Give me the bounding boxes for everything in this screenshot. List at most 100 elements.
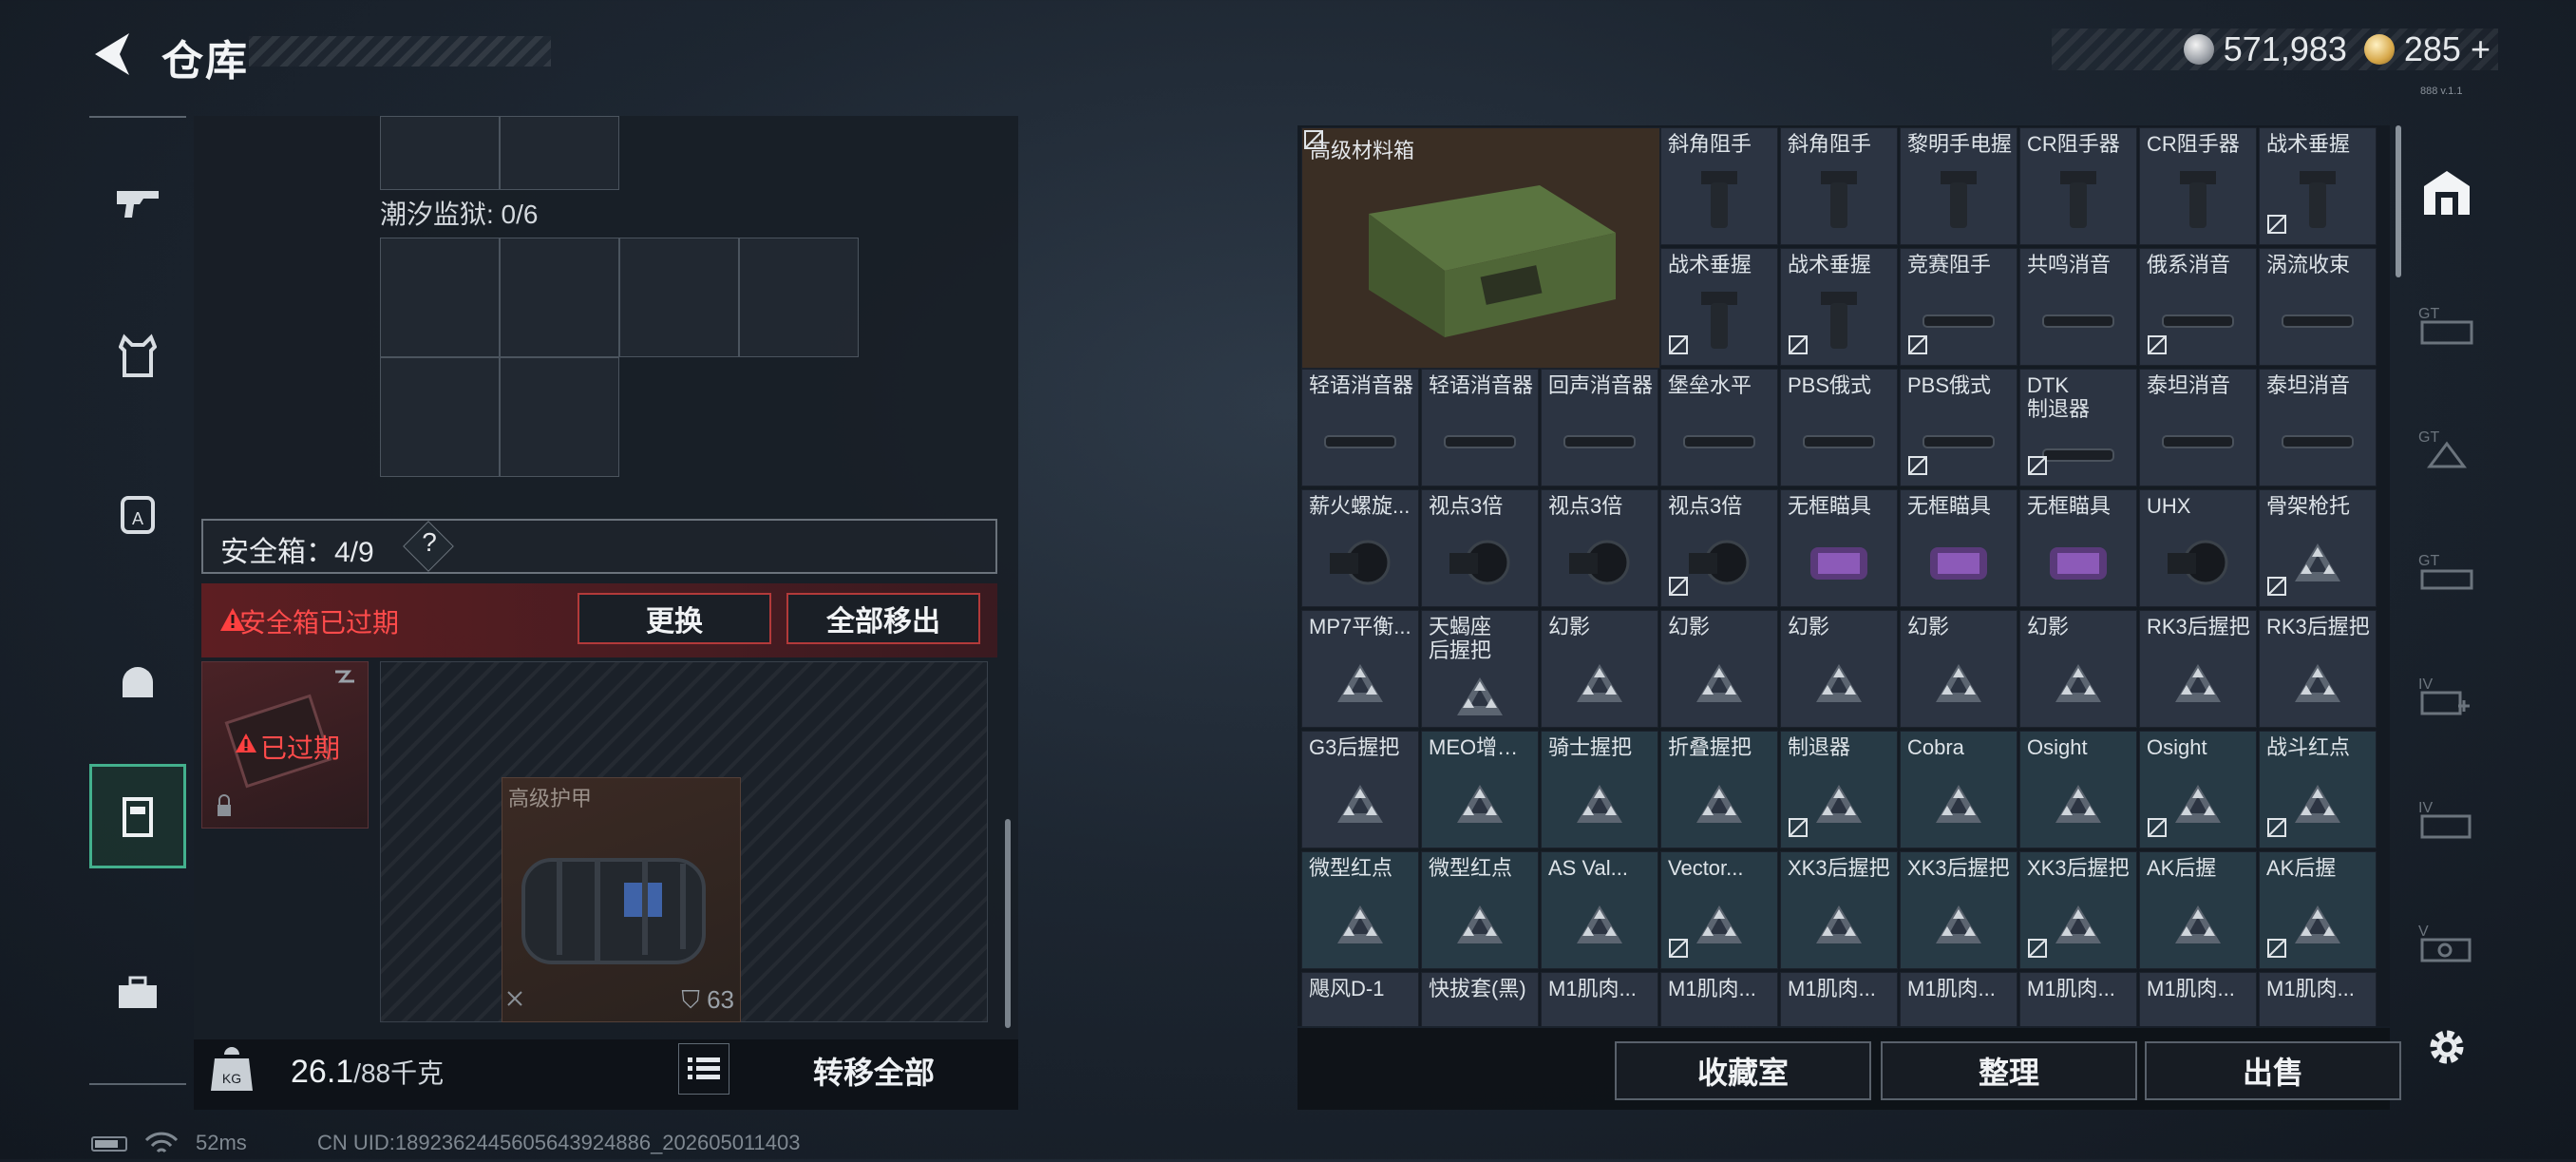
grid-item[interactable]: 骑士握把 <box>1541 731 1658 848</box>
sort-button[interactable]: 整理 <box>1881 1041 2137 1100</box>
grid-item[interactable]: 战术垂握 <box>1780 248 1898 366</box>
grid-item[interactable]: RK3后握把 <box>2259 610 2377 728</box>
grid-item[interactable]: XK3后握把 <box>1900 851 2017 969</box>
nav-backpack[interactable]: A <box>89 460 186 564</box>
grid-item[interactable]: RK3后握把 <box>2139 610 2257 728</box>
grid-item[interactable]: 飓风D-1 <box>1301 972 1419 1026</box>
grid-item[interactable]: 无框瞄具 <box>1900 489 2017 607</box>
grid-item[interactable]: 竞赛阻手 <box>1900 248 2017 366</box>
grid-item[interactable]: 视点3倍 <box>1660 489 1778 607</box>
nav-toolbox[interactable] <box>89 941 186 1045</box>
armor-item[interactable]: 高级护甲 ⛉ 63 <box>502 777 741 1022</box>
settings-button[interactable] <box>2409 1009 2485 1085</box>
grid-item[interactable]: 折叠握把 <box>1660 731 1778 848</box>
slot[interactable] <box>500 116 619 190</box>
grid-item[interactable]: 天蝎座 后握把 <box>1421 610 1539 728</box>
rnav-category-3[interactable]: GT <box>2409 534 2485 610</box>
rnav-category-4[interactable]: IV <box>2409 657 2485 733</box>
grid-item[interactable]: M1肌肉... <box>1780 972 1898 1026</box>
gold-currency[interactable]: 285 + <box>2363 29 2491 69</box>
grid-item[interactable]: 幻影 <box>1660 610 1778 728</box>
rnav-category-6[interactable]: V <box>2409 905 2485 981</box>
grid-item[interactable]: 泰坦消音 <box>2139 369 2257 486</box>
grid-item[interactable]: 轻语消音器 <box>1421 369 1539 486</box>
grid-item[interactable]: 幻影 <box>2019 610 2137 728</box>
grid-item[interactable]: M1肌肉... <box>1541 972 1658 1026</box>
grid-item[interactable]: M1肌肉... <box>2259 972 2377 1026</box>
grid-item[interactable]: MP7平衡... <box>1301 610 1419 728</box>
rnav-category-2[interactable]: GT <box>2409 410 2485 486</box>
grid-item[interactable]: 视点3倍 <box>1541 489 1658 607</box>
grid-item[interactable]: G3后握把 <box>1301 731 1419 848</box>
grid-item[interactable]: XK3后握把 <box>1780 851 1898 969</box>
slot[interactable] <box>739 238 859 357</box>
grid-item[interactable]: PBS俄式 <box>1780 369 1898 486</box>
grid-item[interactable]: 无框瞄具 <box>2019 489 2137 607</box>
grid-item[interactable]: CR阻手器 <box>2139 127 2257 245</box>
grid-item[interactable]: M1肌肉... <box>1900 972 2017 1026</box>
grid-item[interactable]: M1肌肉... <box>2019 972 2137 1026</box>
grid-item[interactable]: 薪火螺旋... <box>1301 489 1419 607</box>
grid-item[interactable]: 共鸣消音 <box>2019 248 2137 366</box>
grid-item[interactable]: 幻影 <box>1541 610 1658 728</box>
grid-item[interactable]: 战术垂握 <box>1660 248 1778 366</box>
grid-item[interactable]: 快拔套(黑) <box>1421 972 1539 1026</box>
slot[interactable] <box>500 357 619 477</box>
replace-button[interactable]: 更换 <box>578 593 771 644</box>
left-scrollbar[interactable] <box>1005 819 1011 1028</box>
grid-item[interactable]: 堡垒水平 <box>1660 369 1778 486</box>
grid-item[interactable]: M1肌肉... <box>1660 972 1778 1026</box>
grid-item[interactable]: Osight <box>2019 731 2137 848</box>
nav-helmet[interactable] <box>89 627 186 732</box>
grid-item[interactable]: 斜角阻手 <box>1660 127 1778 245</box>
slot[interactable] <box>380 116 500 190</box>
rnav-warehouse[interactable] <box>2409 154 2485 230</box>
grid-item[interactable]: AK后握 <box>2259 851 2377 969</box>
grid-item[interactable]: 回声消音器 <box>1541 369 1658 486</box>
add-gold-icon[interactable]: + <box>2461 29 2491 68</box>
grid-item[interactable]: Osight <box>2139 731 2257 848</box>
slot[interactable] <box>619 238 739 357</box>
grid-item[interactable]: 制退器 <box>1780 731 1898 848</box>
right-scrollbar[interactable] <box>2396 125 2401 277</box>
rnav-category-5[interactable]: IV <box>2409 781 2485 857</box>
grid-item[interactable]: MEO增高架 <box>1421 731 1539 848</box>
grid-item[interactable]: 泰坦消音 <box>2259 369 2377 486</box>
collection-room-button[interactable]: 收藏室 <box>1615 1041 1871 1100</box>
grid-item[interactable]: 幻影 <box>1900 610 2017 728</box>
item-advanced-material-box[interactable]: 高级材料箱 <box>1301 127 1660 369</box>
nav-container[interactable] <box>89 764 186 868</box>
slot[interactable] <box>380 357 500 477</box>
grid-item[interactable]: 微型红点 <box>1301 851 1419 969</box>
grid-item[interactable]: 战斗红点 <box>2259 731 2377 848</box>
slot[interactable] <box>380 238 500 357</box>
grid-item[interactable]: 斜角阻手 <box>1780 127 1898 245</box>
rnav-category-1[interactable]: GT <box>2409 287 2485 363</box>
grid-item[interactable]: Vector... <box>1660 851 1778 969</box>
grid-item[interactable]: 无框瞄具 <box>1780 489 1898 607</box>
remove-all-button[interactable]: 全部移出 <box>786 593 980 644</box>
nav-weapons[interactable] <box>89 150 186 255</box>
slot[interactable] <box>500 238 619 357</box>
grid-item[interactable]: PBS俄式 <box>1900 369 2017 486</box>
nav-armor[interactable] <box>89 304 186 409</box>
back-button[interactable] <box>84 21 141 87</box>
grid-item[interactable]: 幻影 <box>1780 610 1898 728</box>
grid-item[interactable]: 俄系消音 <box>2139 248 2257 366</box>
grid-item[interactable]: CR阻手器 <box>2019 127 2137 245</box>
grid-item[interactable]: 微型红点 <box>1421 851 1539 969</box>
help-icon[interactable]: ? <box>418 527 441 558</box>
grid-item[interactable]: M1肌肉... <box>2139 972 2257 1026</box>
grid-item[interactable]: DTK 制退器 <box>2019 369 2137 486</box>
grid-item[interactable]: 涡流收束 <box>2259 248 2377 366</box>
grid-item[interactable]: Cobra <box>1900 731 2017 848</box>
grid-item[interactable]: XK3后握把 <box>2019 851 2137 969</box>
grid-item[interactable]: AS Val... <box>1541 851 1658 969</box>
grid-item[interactable]: 黎明手电握 <box>1900 127 2017 245</box>
grid-item[interactable]: 骨架枪托 <box>2259 489 2377 607</box>
grid-item[interactable]: UHX <box>2139 489 2257 607</box>
grid-item[interactable]: 战术垂握 <box>2259 127 2377 245</box>
grid-item[interactable]: 轻语消音器 <box>1301 369 1419 486</box>
grid-item[interactable]: AK后握 <box>2139 851 2257 969</box>
transfer-all-button[interactable]: 转移全部 <box>750 1043 997 1098</box>
